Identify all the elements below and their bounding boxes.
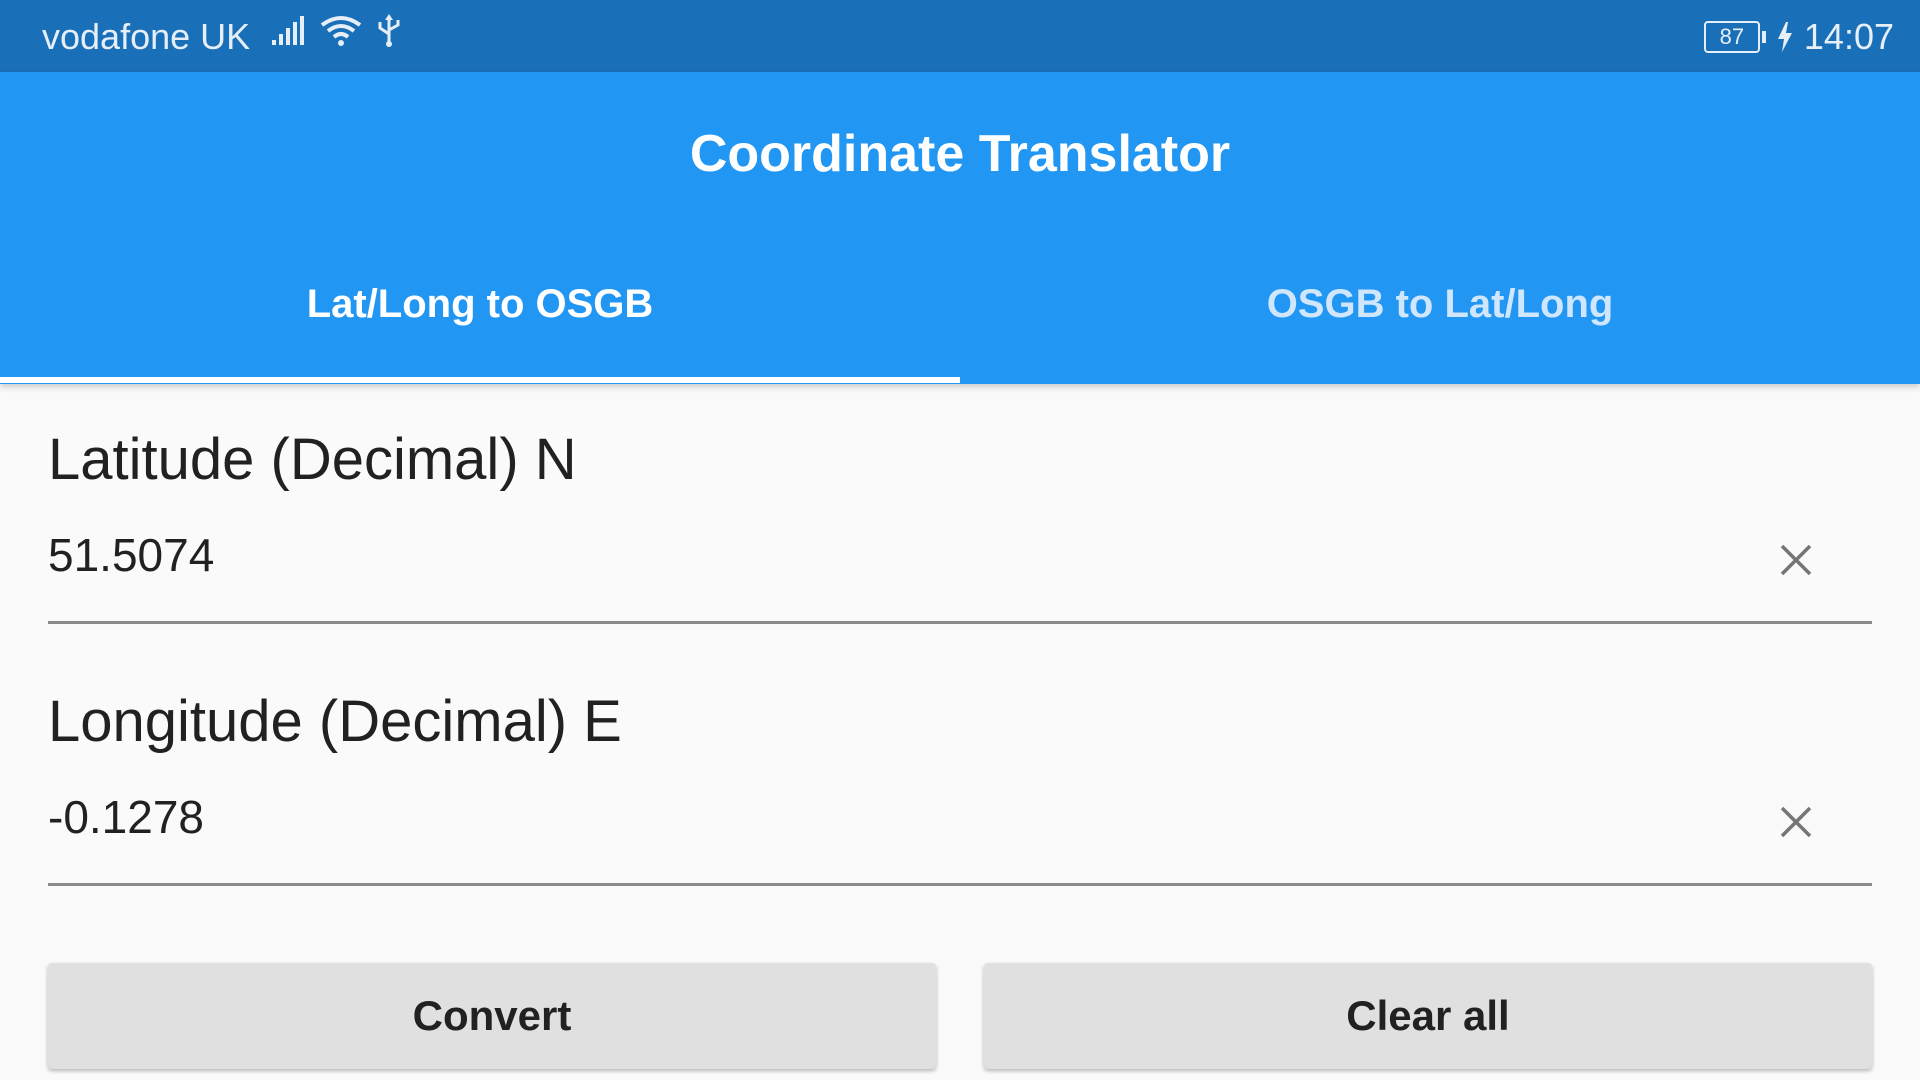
clear-latitude-icon[interactable] (1776, 540, 1816, 580)
status-right: 87 14:07 (1703, 16, 1894, 58)
tab-indicator (0, 377, 960, 383)
tab-osgb-to-latlong[interactable]: OSGB to Lat/Long (960, 282, 1920, 327)
longitude-field[interactable]: Longitude (Decimal) E -0.1278 (48, 678, 1872, 886)
tab-latlong-to-osgb[interactable]: Lat/Long to OSGB (0, 282, 960, 327)
battery-icon: 87 (1703, 21, 1766, 53)
longitude-label: Longitude (Decimal) E (48, 689, 622, 754)
longitude-input[interactable]: -0.1278 (48, 790, 204, 844)
wifi-icon (320, 16, 362, 46)
signal-icon (272, 16, 304, 45)
app-title: Coordinate Translator (689, 125, 1231, 183)
latitude-input[interactable]: 51.5074 (48, 528, 214, 582)
latitude-underline (48, 621, 1872, 624)
status-icons (270, 14, 402, 48)
latitude-label: Latitude (Decimal) N (48, 427, 577, 492)
battery-level: 87 (1703, 21, 1760, 53)
clear-all-button[interactable]: Clear all (984, 963, 1872, 1069)
clock: 14:07 (1803, 16, 1894, 57)
latitude-field[interactable]: Latitude (Decimal) N 51.5074 (48, 416, 1872, 624)
usb-icon (378, 14, 400, 47)
clear-longitude-icon[interactable] (1776, 802, 1816, 842)
battery-tip (1761, 31, 1766, 43)
app-bar: Coordinate Translator Lat/Long to OSGB O… (0, 72, 1920, 384)
longitude-underline (48, 883, 1872, 886)
convert-button[interactable]: Convert (48, 963, 936, 1069)
carrier-name: vodafone UK (42, 16, 251, 57)
status-bar: vodafone UK 87 14:07 (0, 0, 1920, 72)
charging-icon (1777, 22, 1792, 52)
